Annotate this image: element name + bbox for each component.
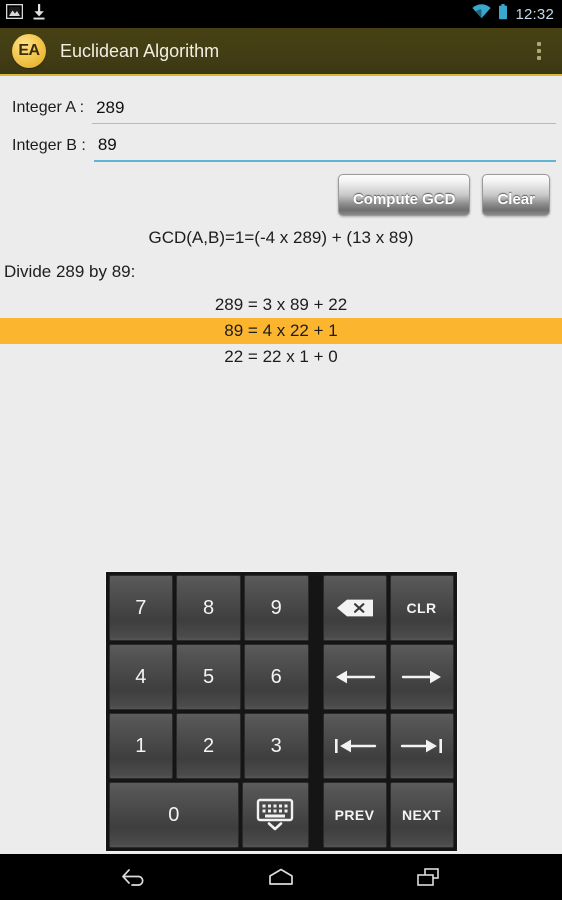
status-bar-left-icons: [5, 3, 46, 25]
status-bar: 12:32: [0, 0, 562, 28]
keypad-row: 7 8 9 CLR: [108, 575, 454, 641]
integer-b-row: Integer B :: [6, 124, 556, 162]
key-arrow-right[interactable]: [389, 644, 454, 710]
integer-a-row: Integer A :: [6, 86, 556, 124]
numeric-keypad: 7 8 9 CLR 4 5 6 1 2 3 0 PREV NEXT: [104, 571, 458, 852]
integer-a-input[interactable]: [92, 98, 556, 124]
overflow-menu-icon[interactable]: [522, 29, 556, 73]
key-7[interactable]: 7: [108, 575, 174, 641]
key-home[interactable]: [322, 713, 387, 779]
recents-icon: [417, 868, 440, 886]
home-icon: [269, 868, 293, 885]
status-bar-clock: 12:32: [515, 5, 554, 23]
keyboard-hide-icon: [256, 798, 294, 832]
keypad-control-group: PREV NEXT: [322, 782, 454, 848]
keypad-container: 7 8 9 CLR 4 5 6 1 2 3 0 PREV NEXT: [0, 571, 562, 854]
key-1[interactable]: 1: [108, 713, 174, 779]
arrow-left-icon: [334, 668, 376, 686]
integer-a-label: Integer A :: [12, 99, 85, 116]
app-bar: EA Euclidean Algorithm: [0, 28, 562, 76]
division-step-row-highlighted[interactable]: 89 = 4 x 22 + 1: [0, 318, 562, 344]
nav-home-button[interactable]: [253, 857, 309, 897]
keypad-number-group: 456: [108, 644, 309, 710]
gcd-summary-text: GCD(A,B)=1=(-4 x 289) + (13 x 89): [148, 228, 414, 247]
wifi-icon: [472, 4, 492, 24]
division-step-row[interactable]: 22 = 22 x 1 + 0: [0, 344, 562, 370]
key-2[interactable]: 2: [176, 713, 241, 779]
app-logo: EA: [12, 34, 46, 68]
key-hide-keyboard[interactable]: [242, 782, 309, 848]
key-3[interactable]: 3: [243, 713, 309, 779]
action-button-row: Compute GCD Clear: [0, 162, 562, 216]
android-screen: 12:32 EA Euclidean Algorithm Integer A :…: [0, 0, 562, 900]
key-5[interactable]: 5: [176, 644, 241, 710]
input-form: Integer A : Integer B :: [0, 76, 562, 162]
key-next[interactable]: NEXT: [389, 782, 454, 848]
key-clear[interactable]: CLR: [389, 575, 454, 641]
results-area: GCD(A,B)=1=(-4 x 289) + (13 x 89) Divide…: [0, 216, 562, 571]
nav-recents-button[interactable]: [400, 857, 456, 897]
key-0[interactable]: 0: [108, 782, 240, 848]
arrow-to-end-icon: [400, 737, 444, 755]
key-backspace[interactable]: [322, 575, 387, 641]
keypad-number-group: 123: [108, 713, 309, 779]
key-end[interactable]: [389, 713, 454, 779]
integer-b-label: Integer B :: [12, 137, 86, 154]
division-steps-list: 289 = 3 x 89 + 22 89 = 4 x 22 + 1 22 = 22 …: [0, 292, 562, 370]
image-icon: [5, 3, 24, 24]
key-arrow-left[interactable]: [322, 644, 387, 710]
division-step-row[interactable]: 289 = 3 x 89 + 22: [0, 292, 562, 318]
arrow-to-start-icon: [333, 737, 377, 755]
keypad-number-group: 0: [108, 782, 309, 848]
arrow-right-icon: [401, 668, 443, 686]
nav-back-button[interactable]: [106, 857, 162, 897]
compute-gcd-button[interactable]: Compute GCD: [337, 174, 471, 216]
keypad-row: 456: [108, 644, 454, 710]
key-6[interactable]: 6: [243, 644, 309, 710]
keypad-divider: [312, 713, 320, 779]
key-8[interactable]: 8: [176, 575, 241, 641]
integer-b-input[interactable]: [93, 135, 556, 162]
system-navigation-bar: [0, 854, 562, 900]
keypad-row: 0 PREV NEXT: [108, 782, 454, 848]
keypad-control-group: [322, 713, 454, 779]
keypad-control-group: CLR: [322, 575, 454, 641]
keypad-divider: [312, 575, 320, 641]
keypad-number-group: 789: [108, 575, 309, 641]
status-bar-right-icons: 12:32: [472, 3, 554, 25]
battery-icon: [498, 3, 508, 25]
key-9[interactable]: 9: [243, 575, 309, 641]
keypad-row: 123: [108, 713, 454, 779]
download-icon: [32, 3, 46, 25]
app-title: Euclidean Algorithm: [60, 40, 220, 61]
keypad-divider: [312, 644, 320, 710]
key-prev[interactable]: PREV: [322, 782, 387, 848]
key-4[interactable]: 4: [108, 644, 174, 710]
backspace-icon: [335, 598, 375, 618]
keypad-divider: [312, 782, 320, 848]
keypad-control-group: [322, 644, 454, 710]
back-icon: [121, 869, 144, 886]
divide-heading-text: Divide 289 by 89:: [4, 262, 136, 281]
clear-button[interactable]: Clear: [482, 174, 550, 216]
